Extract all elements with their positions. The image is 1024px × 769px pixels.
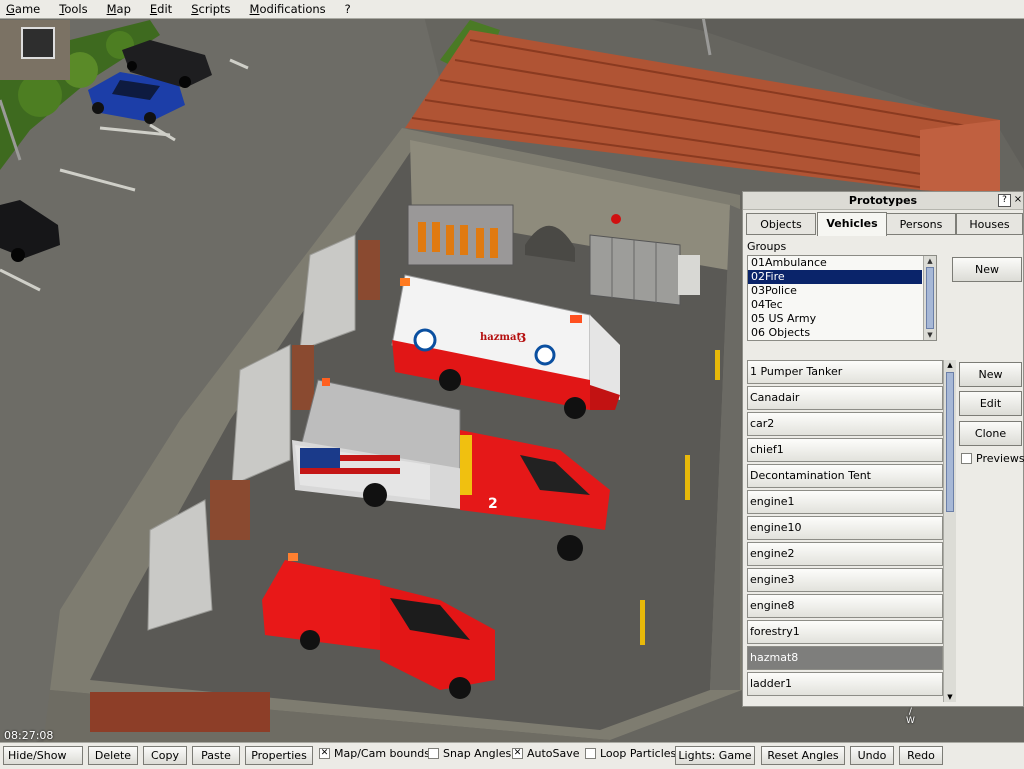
tab-objects[interactable]: Objects — [746, 213, 816, 235]
autosave-label: AutoSave — [527, 747, 580, 760]
map-cam-bounds-checkbox[interactable]: ✕ — [319, 748, 330, 759]
edit-prototype-button[interactable]: Edit — [959, 391, 1022, 416]
prototype-item[interactable]: Canadair — [747, 386, 943, 410]
loop-particles-checkbox[interactable] — [585, 748, 596, 759]
redo-button[interactable]: Redo — [899, 746, 943, 765]
prototype-item[interactable]: engine2 — [747, 542, 943, 566]
hide-show-button[interactable]: Hide/Show — [3, 746, 83, 765]
undo-button[interactable]: Undo — [850, 746, 894, 765]
prototype-scrollbar[interactable]: ▲ ▼ — [943, 360, 956, 702]
autosave-checkbox[interactable]: ✕ — [512, 748, 523, 759]
menu-bar: Game Tools Map Edit Scripts Modification… — [0, 0, 1024, 19]
bottom-toolbar: Hide/Show Delete Copy Paste Properties ✕… — [0, 742, 1024, 769]
close-button[interactable]: × — [1013, 194, 1023, 205]
delete-button[interactable]: Delete — [88, 746, 138, 765]
help-button[interactable]: ? — [998, 194, 1011, 207]
menu-modifications[interactable]: Modifications — [249, 2, 339, 16]
equipment-rack — [407, 204, 514, 266]
scroll-up-icon[interactable]: ▲ — [944, 360, 956, 370]
reset-angles-button[interactable]: Reset Angles — [761, 746, 845, 765]
prototype-item[interactable]: Decontamination Tent — [747, 464, 943, 488]
menu-scripts[interactable]: Scripts — [190, 2, 243, 16]
previews-label: Previews — [976, 452, 1024, 465]
groups-scrollbar[interactable]: ▲ ▼ — [923, 256, 936, 340]
prototype-item[interactable]: engine1 — [747, 490, 943, 514]
map-cam-bounds-label: Map/Cam bounds — [334, 747, 430, 760]
new-prototype-button[interactable]: New — [959, 362, 1022, 387]
loop-particles-toggle[interactable]: Loop Particles — [585, 747, 676, 760]
properties-button[interactable]: Properties — [245, 746, 313, 765]
compass: / W — [906, 708, 915, 726]
tab-houses[interactable]: Houses — [956, 213, 1023, 235]
groups-label: Groups — [747, 240, 787, 253]
previews-toggle[interactable]: Previews — [961, 452, 1024, 465]
prototypes-panel: Prototypes ? × Objects Vehicles Persons … — [742, 191, 1024, 707]
prototype-item[interactable]: hazmat8 — [747, 646, 943, 670]
game-clock: 08:27:08 — [4, 729, 54, 742]
paste-button[interactable]: Paste — [192, 746, 240, 765]
group-item-police[interactable]: 03Police — [748, 284, 922, 298]
snap-angles-toggle[interactable]: Snap Angles — [428, 747, 511, 760]
prototype-item[interactable]: engine8 — [747, 594, 943, 618]
group-item-fire[interactable]: 02Fire — [748, 270, 922, 284]
scroll-thumb[interactable] — [926, 267, 934, 329]
snap-angles-checkbox[interactable] — [428, 748, 439, 759]
tab-persons[interactable]: Persons — [886, 213, 956, 235]
prototype-list[interactable]: 1 Pumper Tanker Canadair car2 chief1 Deconta… — [747, 360, 957, 702]
group-item-objects[interactable]: 06 Objects — [748, 326, 922, 340]
clone-prototype-button[interactable]: Clone — [959, 421, 1022, 446]
menu-help[interactable]: ? — [344, 2, 364, 16]
prototype-item[interactable]: 1 Pumper Tanker — [747, 360, 943, 384]
loop-particles-label: Loop Particles — [600, 747, 677, 760]
menu-game[interactable]: Game — [5, 2, 53, 16]
prototype-item[interactable]: car2 — [747, 412, 943, 436]
group-item-us-army[interactable]: 05 US Army — [748, 312, 922, 326]
engine-number-text: 2 — [488, 496, 498, 512]
scroll-up-icon[interactable]: ▲ — [924, 256, 936, 266]
scroll-down-icon[interactable]: ▼ — [924, 330, 936, 340]
tab-vehicles[interactable]: Vehicles — [817, 212, 887, 236]
menu-edit[interactable]: Edit — [149, 2, 185, 16]
new-group-button[interactable]: New — [952, 257, 1022, 282]
snap-angles-label: Snap Angles — [443, 747, 512, 760]
compass-direction: W — [906, 716, 915, 726]
prototype-item[interactable]: engine10 — [747, 516, 943, 540]
scroll-down-icon[interactable]: ▼ — [944, 692, 956, 702]
panel-title: Prototypes — [743, 192, 1023, 210]
prototype-item[interactable]: ladder1 — [747, 672, 943, 696]
previews-checkbox[interactable] — [961, 453, 972, 464]
scroll-thumb[interactable] — [946, 372, 954, 512]
map-cam-bounds-toggle[interactable]: ✕ Map/Cam bounds — [319, 747, 430, 760]
menu-map[interactable]: Map — [106, 2, 144, 16]
prototype-item[interactable]: engine3 — [747, 568, 943, 592]
ambulance-number-text: 3 — [518, 331, 526, 345]
autosave-toggle[interactable]: ✕ AutoSave — [512, 747, 580, 760]
lights-game-button[interactable]: Lights: Game — [675, 746, 755, 765]
menu-tools[interactable]: Tools — [58, 2, 100, 16]
group-item-ambulance[interactable]: 01Ambulance — [748, 256, 922, 270]
prototype-item[interactable]: forestry1 — [747, 620, 943, 644]
ambulance-hazmat-text: hazmat — [480, 332, 521, 343]
prototype-item[interactable]: chief1 — [747, 438, 943, 462]
group-item-tec[interactable]: 04Tec — [748, 298, 922, 312]
groups-list[interactable]: 01Ambulance 02Fire 03Police 04Tec 05 US … — [747, 255, 937, 341]
copy-button[interactable]: Copy — [143, 746, 187, 765]
